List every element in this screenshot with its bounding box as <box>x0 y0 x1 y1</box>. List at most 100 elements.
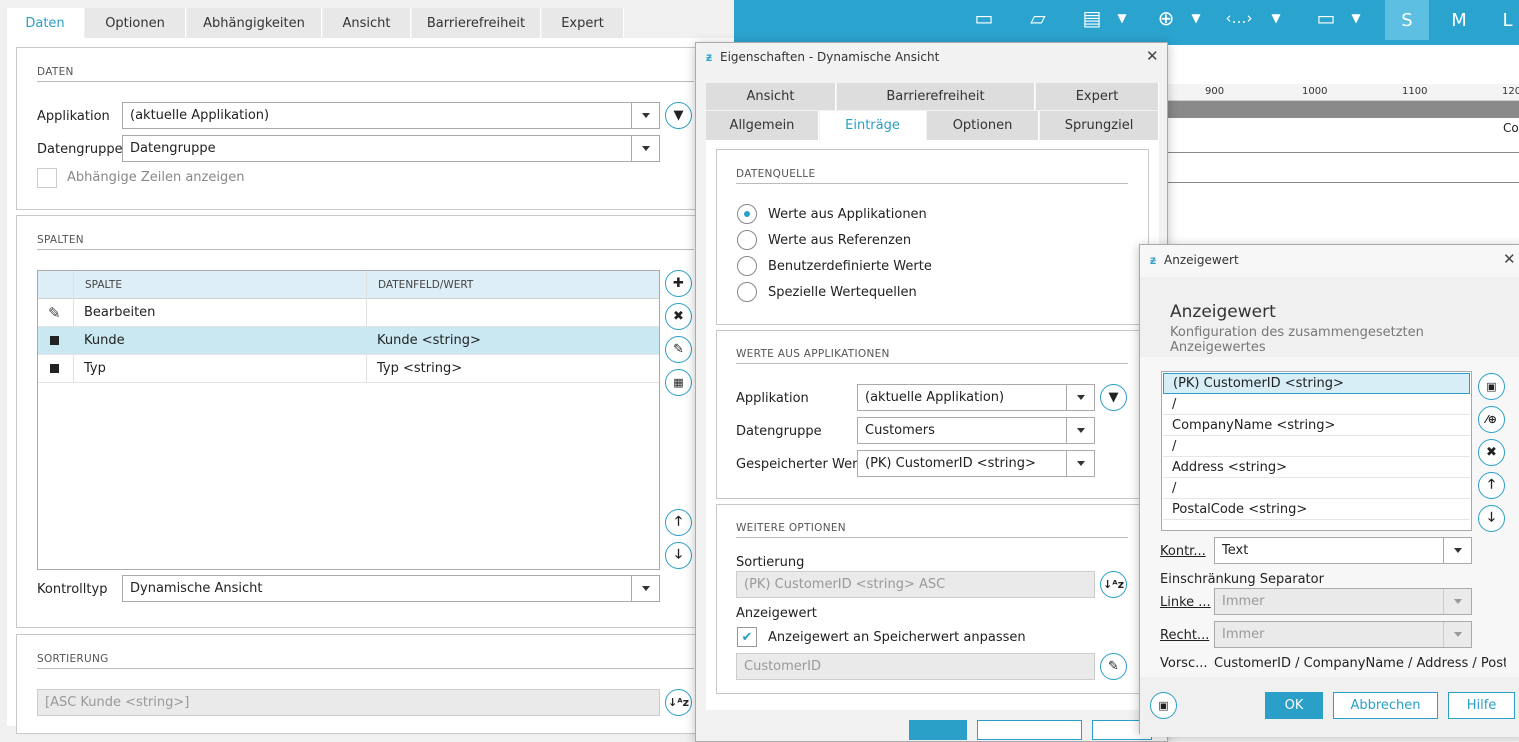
close-icon[interactable]: ✕ <box>1146 47 1159 65</box>
chevron-down-icon <box>1066 418 1094 443</box>
save-icon[interactable]: ▤ <box>1078 4 1106 32</box>
linke-select[interactable]: Immer <box>1214 588 1472 615</box>
tab-ansicht[interactable]: Ansicht <box>706 83 836 110</box>
vorschau-value: CustomerID / CompanyName / Address / Pos… <box>1214 656 1506 671</box>
globe-dropdown-icon[interactable]: ▼ <box>1186 4 1206 32</box>
tab-ansicht[interactable]: Ansicht <box>323 8 411 38</box>
kontrolltyp-select[interactable]: Dynamische Ansicht <box>122 575 660 602</box>
footer-button[interactable] <box>909 720 967 740</box>
layout-button[interactable]: ▣ <box>1150 692 1177 719</box>
close-icon[interactable]: ✕ <box>1503 250 1516 268</box>
tab-barrierefreiheit[interactable]: Barrierefreiheit <box>837 83 1035 110</box>
desktop-dropdown-icon[interactable]: ▼ <box>1346 4 1366 32</box>
table-row[interactable]: ✎ Bearbeiten <box>38 299 659 327</box>
rechte-label: Recht... <box>1160 628 1210 643</box>
code-dropdown-icon[interactable]: ▼ <box>1266 4 1286 32</box>
move-up-button[interactable]: 🡑 <box>665 509 692 536</box>
list-item[interactable]: PostalCode <string> <box>1163 499 1470 520</box>
col-datenfeld-header[interactable]: DATENFELD/WERT <box>378 279 473 291</box>
tab-optionen[interactable]: Optionen <box>85 8 186 38</box>
radio-benutzerdefiniert[interactable] <box>737 256 757 276</box>
tab-allgemein[interactable]: Allgemein <box>706 111 819 140</box>
tab-eintraege[interactable]: Einträge <box>820 111 926 140</box>
datengruppe-select[interactable]: Datengruppe <box>122 135 660 162</box>
datengruppe-select[interactable]: Customers <box>857 417 1095 444</box>
arrow-down-icon: 🡓 <box>1488 509 1495 525</box>
app-logo-icon: ᵶ <box>1150 253 1156 267</box>
tab-sprungziel[interactable]: Sprungziel <box>1040 111 1159 140</box>
divider <box>736 363 1128 364</box>
tab-expert[interactable]: Expert <box>542 8 624 38</box>
col-spalte-header[interactable]: SPALTE <box>85 279 122 291</box>
filter-button[interactable]: ▼ <box>1100 384 1127 411</box>
canvas-divider <box>1165 152 1519 153</box>
edit-anzeigewert-button[interactable]: ✎ <box>1100 653 1127 680</box>
list-item[interactable]: / <box>1163 436 1470 457</box>
calculator-button[interactable]: ▦ <box>665 369 692 396</box>
list-item[interactable]: CompanyName <string> <box>1163 415 1470 436</box>
gespeicherter-wert-select[interactable]: (PK) CustomerID <string> <box>857 450 1095 477</box>
spalten-table: SPALTE DATENFELD/WERT ✎ Bearbeiten Kunde… <box>37 270 660 570</box>
arrow-down-icon: 🡓 <box>675 546 682 562</box>
sort-button[interactable]: ↓ᴬz <box>665 689 692 716</box>
plus-icon: ✚ <box>673 276 684 291</box>
abbrechen-button[interactable]: Abbrechen <box>1333 692 1438 719</box>
anzeigewert-anpassen-checkbox[interactable]: ✔ <box>737 627 757 647</box>
dialog-subtitle: Konfiguration des zusammengesetzten Anze… <box>1170 325 1424 355</box>
canvas-divider <box>1165 182 1519 183</box>
close-icon: ✖ <box>1486 445 1497 460</box>
list-item[interactable]: / <box>1163 394 1470 415</box>
table-row[interactable]: Kunde Kunde <string> <box>38 327 659 355</box>
rechte-select[interactable]: Immer <box>1214 621 1472 648</box>
move-down-button[interactable]: 🡓 <box>665 542 692 569</box>
size-l-button[interactable]: L <box>1496 0 1519 40</box>
remove-column-button[interactable]: ✖ <box>665 303 692 330</box>
row-name: Kunde <box>84 333 125 348</box>
applikation-select[interactable]: (aktuelle Applikation) <box>857 384 1095 411</box>
chevron-down-icon <box>1066 451 1094 476</box>
desktop-icon[interactable]: ▭ <box>1312 4 1340 32</box>
add-column-button[interactable]: ✚ <box>665 270 692 297</box>
remove-item-button[interactable]: ✖ <box>1478 439 1505 466</box>
move-up-button[interactable]: 🡑 <box>1478 472 1505 499</box>
monitor-share-icon[interactable]: ▭ <box>970 4 998 32</box>
filter-button[interactable]: ▼ <box>665 102 692 129</box>
list-item[interactable]: (PK) CustomerID <string> <box>1163 373 1470 394</box>
tab-barrierefreiheit[interactable]: Barrierefreiheit <box>412 8 541 38</box>
move-down-button[interactable]: 🡓 <box>1478 505 1505 532</box>
hilfe-button[interactable]: Hilfe <box>1448 692 1515 719</box>
pencil-icon: ✎ <box>673 342 684 357</box>
size-m-button[interactable]: M <box>1444 0 1474 40</box>
layout-icon: ▣ <box>1158 699 1169 712</box>
tab-abhaengigkeiten[interactable]: Abhängigkeiten <box>187 8 322 38</box>
abhaengige-zeilen-checkbox[interactable] <box>37 168 57 188</box>
ok-button[interactable]: OK <box>1265 692 1323 719</box>
footer-button[interactable] <box>977 720 1082 740</box>
tab-expert[interactable]: Expert <box>1036 83 1159 110</box>
kontrolltyp-select[interactable]: Text <box>1214 537 1472 564</box>
tab-daten[interactable]: Daten <box>7 8 84 38</box>
divider <box>736 183 1128 184</box>
add-field-button[interactable]: ▣ <box>1478 373 1505 400</box>
tab-optionen[interactable]: Optionen <box>927 111 1039 140</box>
size-s-button[interactable]: S <box>1385 0 1429 40</box>
radio-spezielle[interactable] <box>737 282 757 302</box>
row-value: Kunde <string> <box>377 333 481 348</box>
divider <box>736 537 1128 538</box>
applikation-select[interactable]: (aktuelle Applikation) <box>122 102 660 129</box>
globe-icon[interactable]: ⊕ <box>1152 4 1180 32</box>
row-name: Typ <box>84 361 106 376</box>
edit-column-button[interactable]: ✎ <box>665 336 692 363</box>
radio-werte-referenzen[interactable] <box>737 230 757 250</box>
folder-icon[interactable]: ▱ <box>1024 4 1052 32</box>
list-item[interactable]: / <box>1163 478 1470 499</box>
chevron-down-icon <box>1443 622 1471 647</box>
table-row[interactable]: Typ Typ <string> <box>38 355 659 383</box>
radio-werte-applikationen[interactable] <box>737 204 757 224</box>
sort-az-icon: ↓ᴬz <box>1103 578 1124 591</box>
list-item[interactable]: Address <string> <box>1163 457 1470 478</box>
sort-button[interactable]: ↓ᴬz <box>1100 571 1127 598</box>
add-separator-button[interactable]: ⁄⊕ <box>1478 406 1505 433</box>
code-icon[interactable]: ‹…› <box>1222 4 1256 32</box>
save-dropdown-icon[interactable]: ▼ <box>1112 4 1132 32</box>
